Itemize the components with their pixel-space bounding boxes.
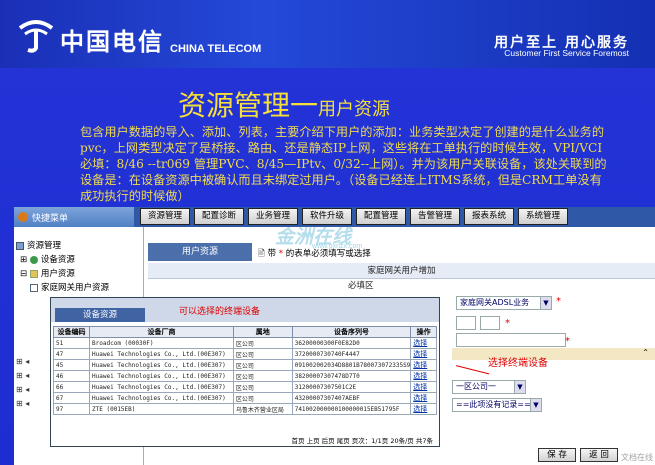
popup-note: 可以选择的终端设备 <box>179 307 261 317</box>
menu-resource-mgmt[interactable]: 资源管理 <box>140 208 190 225</box>
section-divider-bar: ⌃ <box>452 348 655 360</box>
required-star-3: * <box>565 336 570 347</box>
info-icon: 🖹 <box>258 249 265 259</box>
chevron-down-icon: ▼ <box>540 297 551 309</box>
china-telecom-logo-icon <box>18 20 54 53</box>
table-row: 51 Broadcom (00030F) 区公司 36200000300F0E82D0… <box>52 337 437 349</box>
tree-item-resource-mgmt[interactable]: 资源管理 <box>16 239 143 253</box>
chevron-down-icon: ▼ <box>514 381 525 393</box>
tree-item-user-resource[interactable]: ⊟ 用户资源 <box>16 267 143 281</box>
column-header: 操作 <box>410 326 437 338</box>
tree-collapsed-nodes: ⊞ ◂ ⊞ ◂ ⊞ ◂ ⊞ ◂ <box>16 355 29 411</box>
required-star-2: * <box>505 318 510 329</box>
area-select[interactable]: 一区公司一 ▼ <box>452 380 526 394</box>
expand-minus-icon[interactable]: ⊟ <box>20 269 27 279</box>
business-type-select[interactable]: 家庭网关ADSL业务 ▼ <box>456 296 552 310</box>
annotation-select-device: 选择终端设备 <box>488 358 548 369</box>
form-buttons: 保 存 返 回 <box>538 448 618 462</box>
column-header: 设备序列号 <box>291 326 412 338</box>
record-select[interactable]: ==此项没有记录== ▼ <box>452 398 542 412</box>
popup-tab-device-resource[interactable]: 设备资源 <box>55 308 145 322</box>
column-header: 设备厂商 <box>89 326 234 338</box>
select-link[interactable]: 选择 <box>410 337 437 349</box>
column-header: 属地 <box>232 326 293 338</box>
menu-config-diagnosis[interactable]: 配置诊断 <box>194 208 244 225</box>
table-row: 66 Huawei Technologies Co., Ltd.(00E307) 区… <box>52 381 437 393</box>
select-link[interactable]: 选择 <box>410 359 437 371</box>
popup-header: 设备资源 可以选择的终端设备 <box>51 298 439 322</box>
device-table: 设备编码 设备厂商 属地 设备序列号 操作 51 Broadcom (00030F… <box>52 326 437 415</box>
collapse-double-chevron-icon[interactable]: ⌃ <box>642 348 649 357</box>
device-select-popup: 设备资源 可以选择的终端设备 设备编码 设备厂商 属地 设备序列号 操作 51 B… <box>50 297 440 447</box>
slide-header: 中国电信 CHINA TELECOM 用户至上 用心服务 Customer Fi… <box>0 0 655 68</box>
menu-system-mgmt[interactable]: 系统管理 <box>518 208 568 225</box>
tree-node-speaker-icon[interactable]: ⊞ ◂ <box>16 369 29 383</box>
device-input[interactable] <box>456 333 566 347</box>
slide-title-sub: 用户资源 <box>318 99 391 120</box>
vpi-input[interactable] <box>456 316 476 330</box>
vci-input[interactable] <box>480 316 500 330</box>
select-link[interactable]: 选择 <box>410 348 437 360</box>
table-row: 67 Huawei Technologies Co., Ltd.(00E307) 区… <box>52 392 437 404</box>
corner-watermark: 文档在线 <box>621 453 653 462</box>
tab-user-resource[interactable]: 用户资源 <box>148 243 252 261</box>
menu-alarm-mgmt[interactable]: 告警管理 <box>410 208 460 225</box>
tree-node-speaker-icon[interactable]: ⊞ ◂ <box>16 397 29 411</box>
folder-icon <box>16 241 24 250</box>
expand-plus-icon[interactable]: ⊞ <box>20 255 27 265</box>
column-header: 设备编码 <box>52 326 91 338</box>
pagination[interactable]: 首页 上页 后页 尾页 页次：1/1页 20条/页 共7条 <box>292 435 433 445</box>
menu-config-mgmt[interactable]: 配置管理 <box>356 208 406 225</box>
table-row: 45 Huawei Technologies Co., Ltd.(00E307) 区… <box>52 359 437 371</box>
tree-item-gateway-user[interactable]: 家庭网关用户资源 <box>16 281 143 295</box>
slide-description: 包含用户数据的导入、添加、列表，主要介绍下用户的添加：业务类型决定了创建的是什么… <box>80 125 607 203</box>
required-section-label: 必填区 <box>348 281 374 291</box>
slide-title: 资源管理一用户资源 <box>178 84 390 124</box>
device-icon <box>29 255 38 264</box>
select-link[interactable]: 选择 <box>410 370 437 382</box>
quick-menu-icon <box>18 212 28 222</box>
required-star-1: * <box>556 296 561 307</box>
tree-node-speaker-icon[interactable]: ⊞ ◂ <box>16 355 29 369</box>
user-folder-icon <box>29 269 38 278</box>
quick-menu-label: 快捷菜单 <box>32 214 69 224</box>
return-button[interactable]: 返 回 <box>580 448 618 462</box>
form-title: 家庭网关用户增加 <box>148 263 655 279</box>
select-link[interactable]: 选择 <box>410 403 437 415</box>
table-row: 97 ZTE (0015EB) 乌鲁木齐营业区局 741002000000100000… <box>52 403 437 415</box>
table-row: 47 Huawei Technologies Co., Ltd.(00E307) 区… <box>52 348 437 360</box>
chevron-down-icon: ▼ <box>530 399 541 411</box>
select-link[interactable]: 选择 <box>410 381 437 393</box>
menu-report-system[interactable]: 报表系统 <box>464 208 514 225</box>
slide-title-main: 资源管理一 <box>178 89 319 122</box>
table-row: 46 Huawei Technologies Co., Ltd.(00E307) 区… <box>52 370 437 382</box>
brand-name-en: CHINA TELECOM <box>170 43 262 55</box>
document-icon <box>30 283 38 292</box>
slogan-en: Customer First Service Foremost <box>504 48 629 58</box>
quick-menu-header[interactable]: 快捷菜单 <box>14 207 134 227</box>
select-link[interactable]: 选择 <box>410 392 437 404</box>
save-button[interactable]: 保 存 <box>538 448 576 462</box>
table-header-row: 设备编码 设备厂商 属地 设备序列号 操作 <box>52 326 437 338</box>
tree-node-speaker-icon[interactable]: ⊞ ◂ <box>16 383 29 397</box>
main-menu: 资源管理 配置诊断 业务管理 软件升级 配置管理 告警管理 报表系统 系统管理 <box>140 208 568 225</box>
watermark-url: www.qxnzx.com <box>312 243 363 250</box>
brand-name-cn: 中国电信 <box>60 27 164 56</box>
tree-item-device-resource[interactable]: ⊞ 设备资源 <box>16 253 143 267</box>
